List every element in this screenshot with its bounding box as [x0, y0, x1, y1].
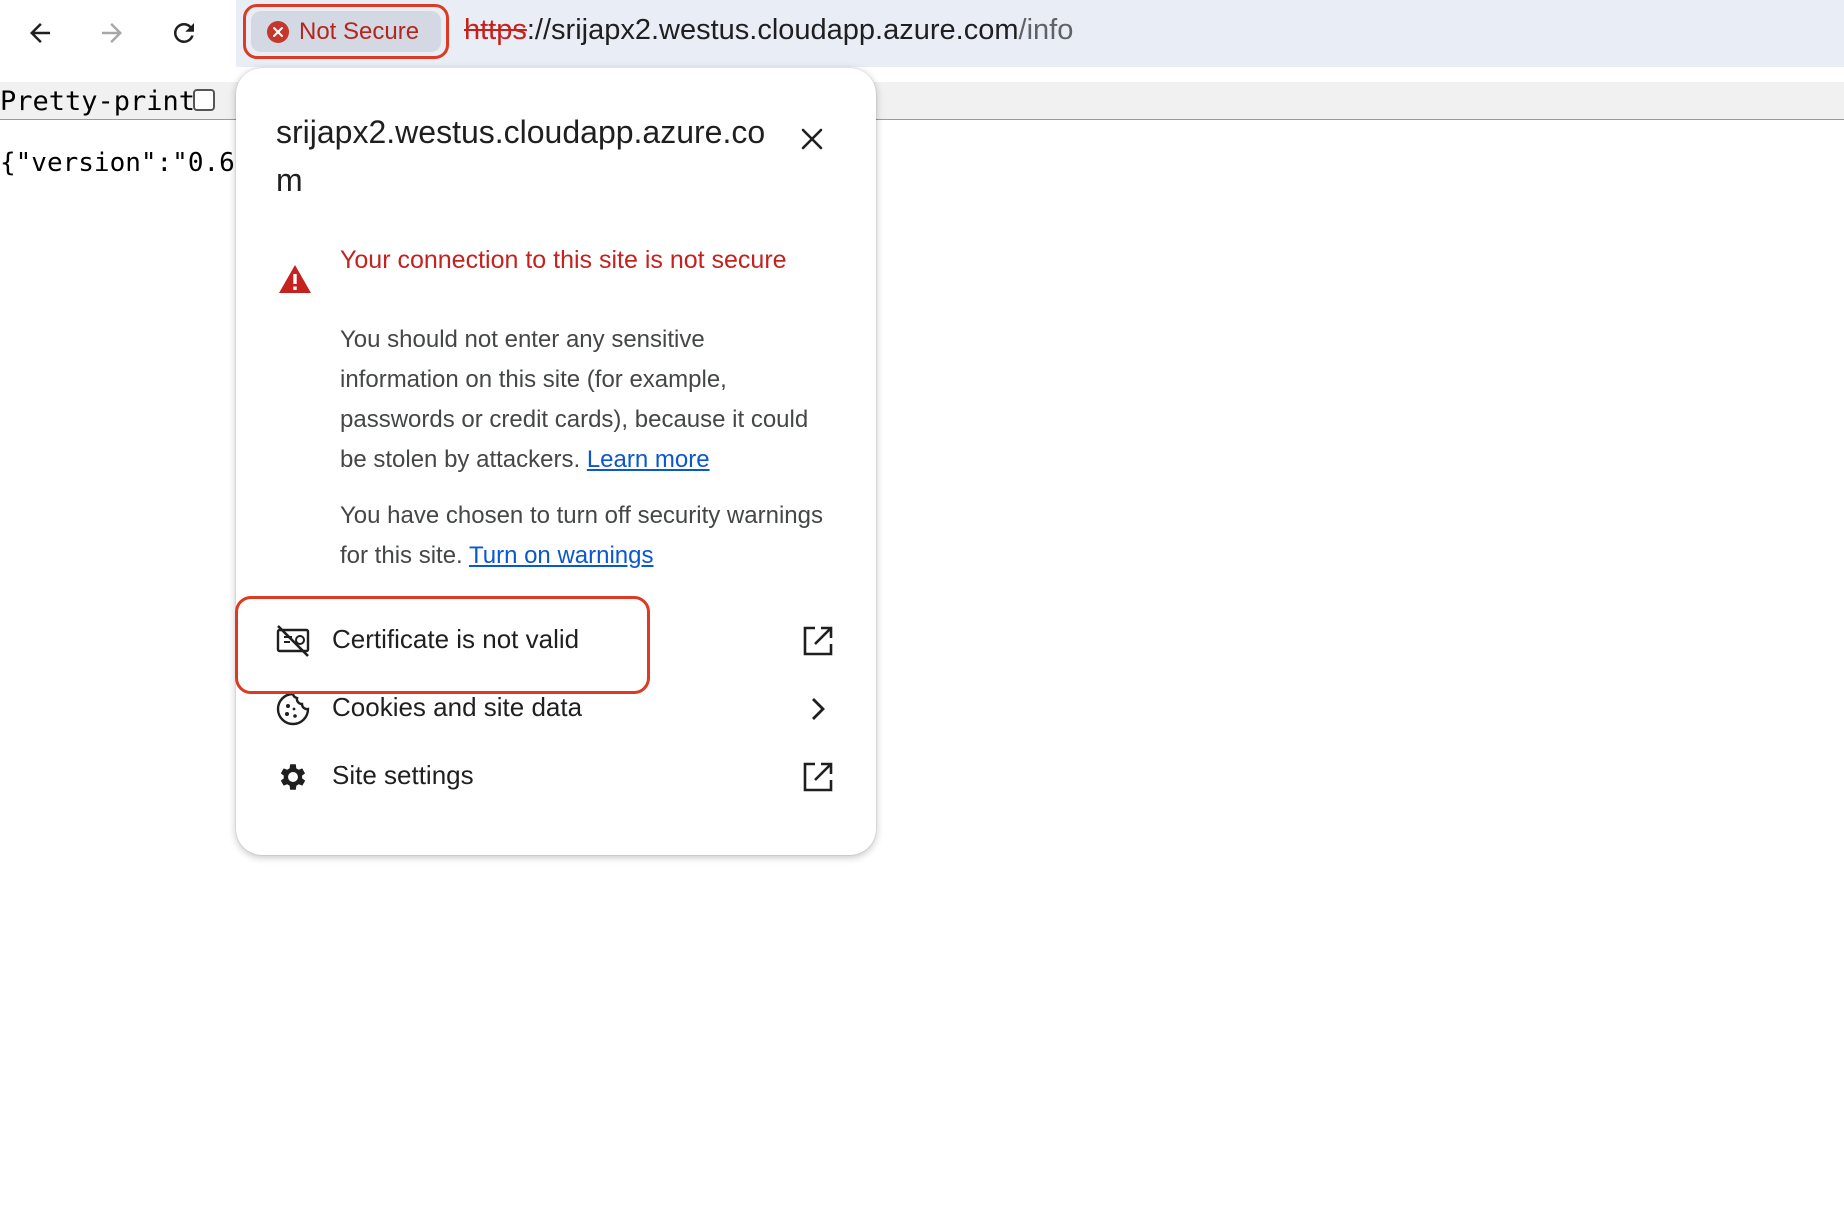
warning-body: You should not enter any sensitive infor… [340, 320, 830, 480]
url-separator: :// [526, 14, 552, 46]
close-icon [801, 128, 823, 150]
cookies-row-label: Cookies and site data [332, 692, 583, 722]
forward-button[interactable] [89, 10, 135, 56]
external-link-icon [803, 626, 833, 656]
chevron-right-icon [812, 698, 825, 720]
warnings-off-notice: You have chosen to turn off security war… [340, 496, 830, 576]
browser-toolbar: Not Secure https://srijapx2.westus.cloud… [0, 0, 1844, 67]
close-button[interactable] [792, 119, 832, 159]
url-host: srijapx2.westus.cloudapp.azure.com [551, 14, 1019, 46]
security-chip-highlight: Not Secure [243, 4, 449, 59]
error-icon [267, 20, 289, 43]
popup-site-title: srijapx2.westus.cloudapp.azure.com [276, 114, 766, 198]
site-settings-row[interactable]: Site settings [236, 736, 876, 816]
security-chip-label: Not Secure [299, 17, 420, 45]
url-scheme: https [464, 14, 527, 46]
cookie-icon [276, 692, 310, 726]
back-button[interactable] [17, 10, 63, 56]
certificate-row-highlight [235, 596, 650, 694]
security-chip[interactable]: Not Secure [251, 11, 441, 52]
turn-on-warnings-link[interactable]: Turn on warnings [469, 542, 654, 569]
arrow-left-icon [30, 23, 50, 43]
warning-icon [279, 265, 311, 293]
pretty-print-checkbox[interactable] [193, 89, 215, 111]
pretty-print-label: Pretty-print [0, 86, 196, 117]
arrow-right-icon [102, 23, 122, 43]
external-link-icon [803, 762, 833, 792]
json-response-text: {"version":"0.6. [0, 148, 251, 178]
gear-icon [280, 764, 306, 790]
learn-more-link[interactable]: Learn more [587, 446, 710, 473]
url-path: /info [1018, 14, 1074, 46]
reload-icon [174, 23, 194, 43]
reload-button[interactable] [161, 10, 207, 56]
warning-title: Your connection to this site is not secu… [340, 246, 787, 274]
site-settings-row-label: Site settings [332, 760, 474, 790]
site-info-popup: srijapx2.westus.cloudapp.azure.com Your … [236, 68, 876, 855]
url-text[interactable]: https://srijapx2.westus.cloudapp.azure.c… [464, 14, 1073, 47]
warning-body-text: You should not enter any sensitive infor… [340, 326, 809, 473]
